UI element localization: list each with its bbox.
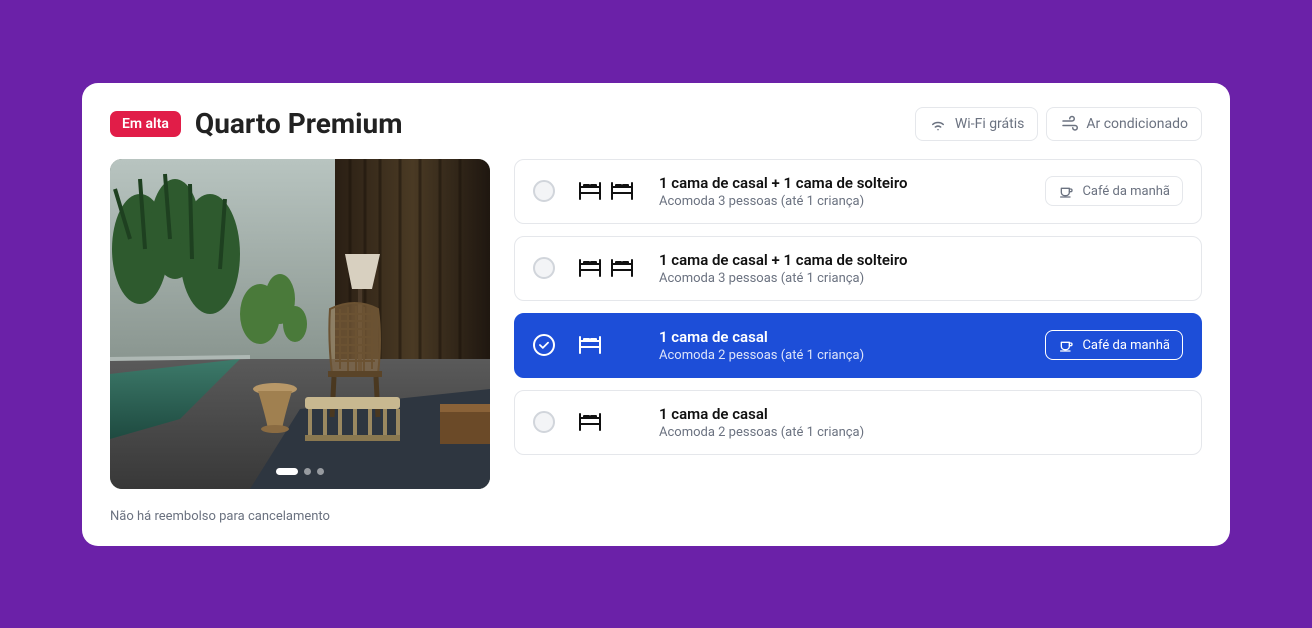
room-photo[interactable]: [110, 159, 490, 489]
option-subtitle: Acomoda 3 pessoas (até 1 criança): [659, 271, 1183, 286]
option-title: 1 cama de casal + 1 cama de solteiro: [659, 251, 1183, 269]
dot-2[interactable]: [304, 468, 311, 475]
option-radio[interactable]: [533, 411, 555, 433]
room-option[interactable]: 1 cama de casal Acomoda 2 pessoas (até 1 …: [514, 313, 1202, 378]
option-info: 1 cama de casal + 1 cama de solteiro Acom…: [659, 251, 1183, 286]
header-left: Em alta Quarto Premium: [110, 107, 402, 140]
bed-icon: [609, 180, 635, 202]
bed-icons: [577, 334, 637, 356]
breakfast-badge: Café da manhã: [1045, 330, 1183, 360]
amenity-label: Wi-Fi grátis: [955, 116, 1024, 132]
bed-icons: [577, 180, 637, 202]
option-radio[interactable]: [533, 334, 555, 356]
bed-icon: [577, 257, 603, 279]
option-radio[interactable]: [533, 257, 555, 279]
bed-icon: [577, 411, 603, 433]
wifi-icon: [929, 115, 947, 133]
trending-badge: Em alta: [110, 111, 181, 137]
bed-icon: [577, 334, 603, 356]
option-info: 1 cama de casal Acomoda 2 pessoas (até 1 …: [659, 405, 1183, 440]
option-subtitle: Acomoda 3 pessoas (até 1 criança): [659, 194, 1023, 209]
breakfast-label: Café da manhã: [1082, 338, 1170, 353]
room-card: Em alta Quarto Premium Wi-Fi grátis Ar c…: [82, 83, 1230, 546]
photo-column: Não há reembolso para cancelamento: [110, 159, 490, 524]
breakfast-badge: Café da manhã: [1045, 176, 1183, 206]
option-subtitle: Acomoda 2 pessoas (até 1 criança): [659, 348, 1023, 363]
amenity-ac: Ar condicionado: [1046, 107, 1202, 141]
dot-3[interactable]: [317, 468, 324, 475]
room-options: 1 cama de casal + 1 cama de solteiro Acom…: [514, 159, 1202, 524]
bed-icons: [577, 411, 637, 433]
refund-note: Não há reembolso para cancelamento: [110, 509, 490, 524]
room-option[interactable]: 1 cama de casal + 1 cama de solteiro Acom…: [514, 236, 1202, 301]
option-subtitle: Acomoda 2 pessoas (até 1 criança): [659, 425, 1183, 440]
option-title: 1 cama de casal: [659, 328, 1023, 346]
room-option[interactable]: 1 cama de casal Acomoda 2 pessoas (até 1 …: [514, 390, 1202, 455]
wind-icon: [1060, 115, 1078, 133]
card-header: Em alta Quarto Premium Wi-Fi grátis Ar c…: [110, 107, 1202, 141]
carousel-dots[interactable]: [276, 468, 324, 475]
coffee-icon: [1058, 183, 1074, 199]
amenity-label: Ar condicionado: [1086, 116, 1188, 132]
coffee-icon: [1058, 337, 1074, 353]
dot-1[interactable]: [276, 468, 298, 475]
room-title: Quarto Premium: [195, 107, 403, 140]
option-title: 1 cama de casal + 1 cama de solteiro: [659, 174, 1023, 192]
amenities: Wi-Fi grátis Ar condicionado: [915, 107, 1202, 141]
bed-icon: [577, 180, 603, 202]
breakfast-label: Café da manhã: [1082, 184, 1170, 199]
option-info: 1 cama de casal + 1 cama de solteiro Acom…: [659, 174, 1023, 209]
bed-icons: [577, 257, 637, 279]
option-info: 1 cama de casal Acomoda 2 pessoas (até 1 …: [659, 328, 1023, 363]
option-radio[interactable]: [533, 180, 555, 202]
bed-icon: [609, 257, 635, 279]
amenity-wifi: Wi-Fi grátis: [915, 107, 1038, 141]
room-option[interactable]: 1 cama de casal + 1 cama de solteiro Acom…: [514, 159, 1202, 224]
card-body: Não há reembolso para cancelamento 1 cam…: [110, 159, 1202, 524]
option-title: 1 cama de casal: [659, 405, 1183, 423]
